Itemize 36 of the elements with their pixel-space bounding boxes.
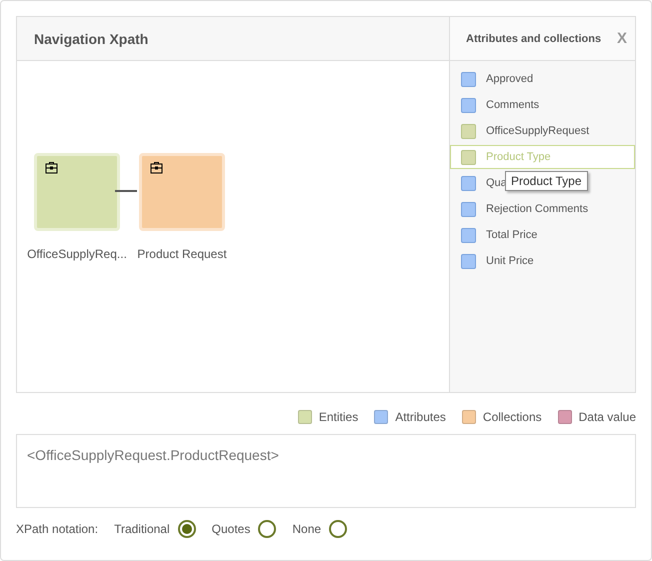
node-label: Product Request — [137, 247, 227, 261]
legend-label: Attributes — [395, 410, 446, 424]
list-item[interactable]: Rejection Comments — [450, 197, 592, 221]
radio-button[interactable] — [329, 520, 348, 538]
xpath-field[interactable]: <OfficeSupplyRequest.ProductRequest> — [16, 434, 636, 508]
panel-title: Attributes and collections — [466, 32, 602, 44]
radio-option[interactable]: None — [292, 520, 348, 538]
radio-option[interactable]: Traditional — [114, 520, 196, 538]
radio-button[interactable] — [178, 520, 196, 538]
list-item[interactable]: OfficeSupplyRequest — [450, 119, 592, 143]
type-swatch — [461, 254, 476, 268]
entity-node[interactable] — [34, 153, 120, 231]
briefcase-icon — [45, 161, 58, 174]
list-item[interactable]: Approved — [450, 67, 536, 91]
radio-option[interactable]: Quotes — [212, 520, 276, 538]
type-swatch — [461, 228, 476, 242]
type-swatch — [461, 72, 476, 86]
type-swatch — [461, 98, 476, 112]
legend-label: Data value — [578, 410, 636, 424]
type-swatch — [461, 176, 476, 190]
type-swatch — [461, 150, 476, 164]
type-swatch — [461, 202, 476, 216]
list-item[interactable]: Total Price — [450, 223, 540, 247]
notation-label: XPath notation: — [16, 522, 98, 536]
legend-label: Collections — [482, 410, 542, 424]
type-swatch — [461, 124, 476, 138]
legend-label: Entities — [318, 410, 358, 424]
radio-button[interactable] — [258, 520, 276, 538]
list-item[interactable]: Unit Price — [450, 249, 537, 273]
tooltip: Product Type — [505, 171, 588, 191]
briefcase-icon — [150, 161, 163, 174]
entity-node[interactable] — [139, 153, 225, 231]
list-item[interactable]: Comments — [450, 93, 542, 117]
panel-title: Navigation Xpath — [34, 30, 148, 46]
node-label: OfficeSupplyReq... — [27, 247, 127, 261]
connector-line — [115, 190, 137, 192]
